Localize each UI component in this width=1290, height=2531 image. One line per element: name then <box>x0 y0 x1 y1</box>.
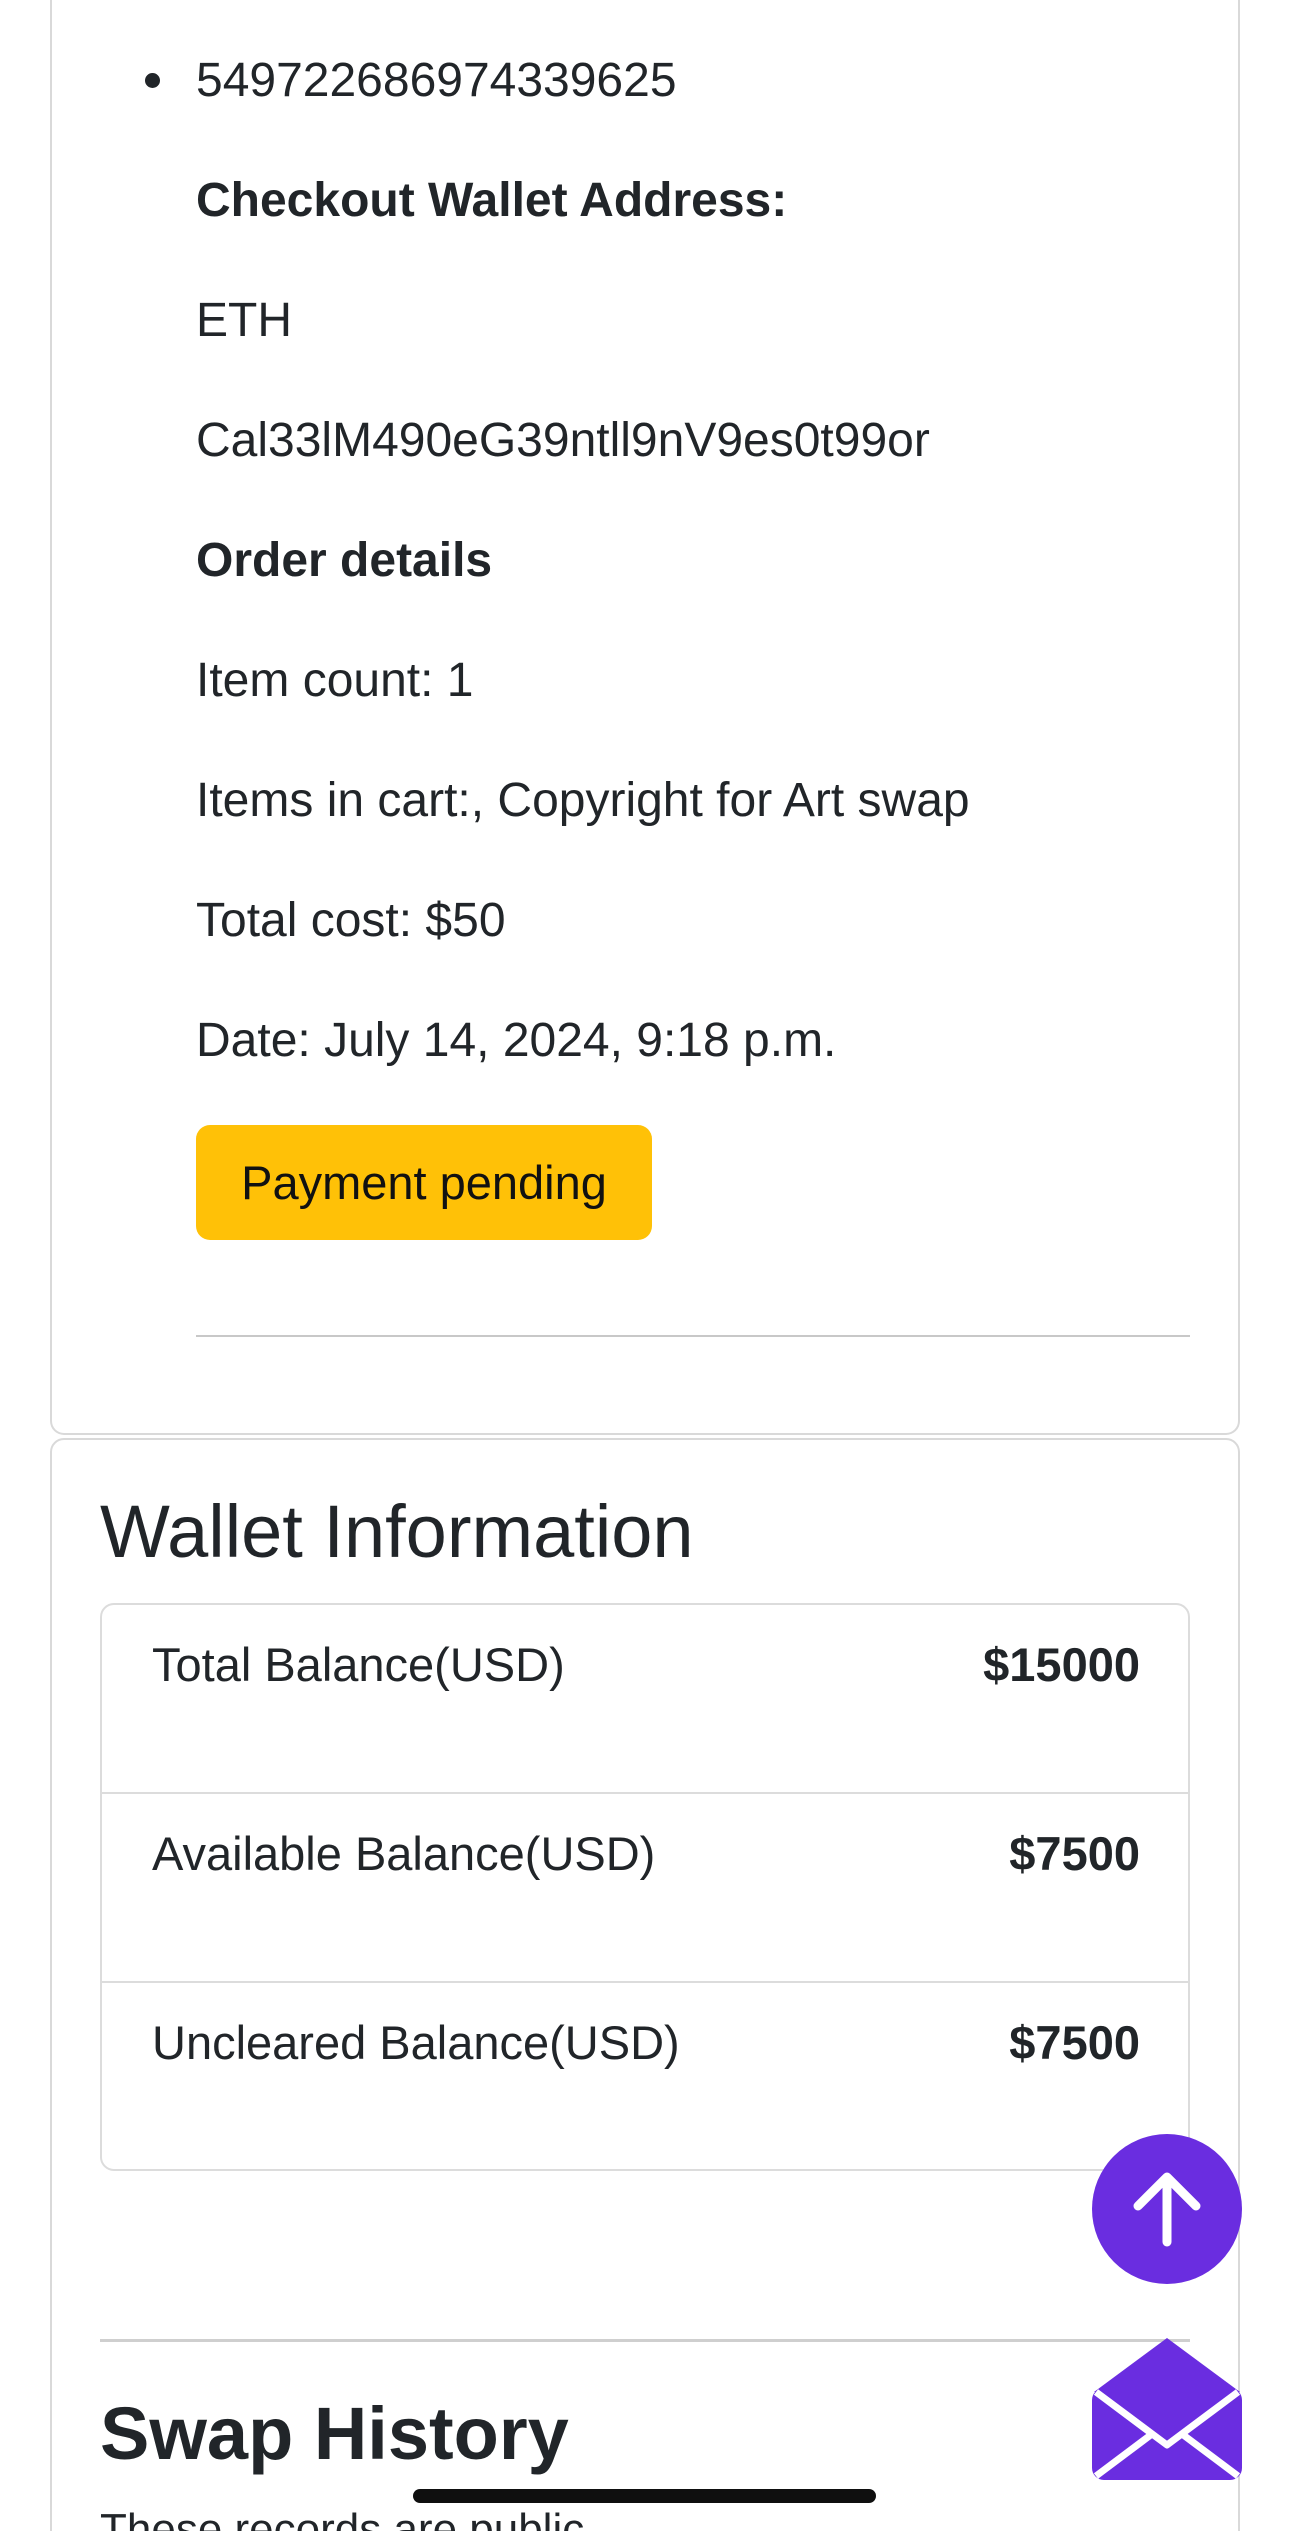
item-count: Item count: 1 <box>196 654 474 707</box>
balance-row-available: Available Balance(USD) $7500 <box>102 1794 1188 1983</box>
payment-status-badge: Payment pending <box>196 1125 652 1240</box>
order-date: Date: July 14, 2024, 9:18 p.m. <box>196 1014 837 1067</box>
scroll-to-top-button[interactable] <box>1092 2134 1242 2284</box>
swap-history-note: These records are public <box>100 2505 585 2531</box>
items-in-cart: Items in cart:, Copyright for Art swap <box>196 774 970 827</box>
messages-button[interactable] <box>1090 2330 1244 2480</box>
divider <box>100 2339 1190 2342</box>
swap-history-title: Swap History <box>100 2392 569 2475</box>
envelope-icon <box>1092 2338 1242 2480</box>
order-details-heading: Order details <box>196 534 493 587</box>
balance-label: Available Balance(USD) <box>152 1827 656 1880</box>
arrow-up-icon <box>1133 2172 1201 2247</box>
list-bullet <box>145 73 160 88</box>
wallet-address: Cal33lM490eG39ntll9nV9es0t99or <box>196 414 930 467</box>
wallet-currency: ETH <box>196 294 292 347</box>
divider <box>196 1335 1190 1337</box>
balance-value: $7500 <box>1009 1827 1140 1880</box>
total-cost: Total cost: $50 <box>196 894 506 947</box>
balance-label: Total Balance(USD) <box>152 1638 565 1691</box>
balance-row-uncleared: Uncleared Balance(USD) $7500 <box>102 1983 1188 2169</box>
balance-value: $7500 <box>1009 2016 1140 2069</box>
home-indicator <box>413 2489 876 2503</box>
balance-list: Total Balance(USD) $15000 Available Bala… <box>100 1603 1190 2171</box>
checkout-wallet-heading: Checkout Wallet Address: <box>196 174 788 227</box>
order-id: 549722686974339625 <box>196 54 677 107</box>
balance-value: $15000 <box>983 1638 1140 1691</box>
page: 549722686974339625 Checkout Wallet Addre… <box>0 0 1290 2531</box>
wallet-title: Wallet Information <box>100 1490 694 1573</box>
balance-row-total: Total Balance(USD) $15000 <box>102 1605 1188 1794</box>
balance-label: Uncleared Balance(USD) <box>152 2016 680 2069</box>
